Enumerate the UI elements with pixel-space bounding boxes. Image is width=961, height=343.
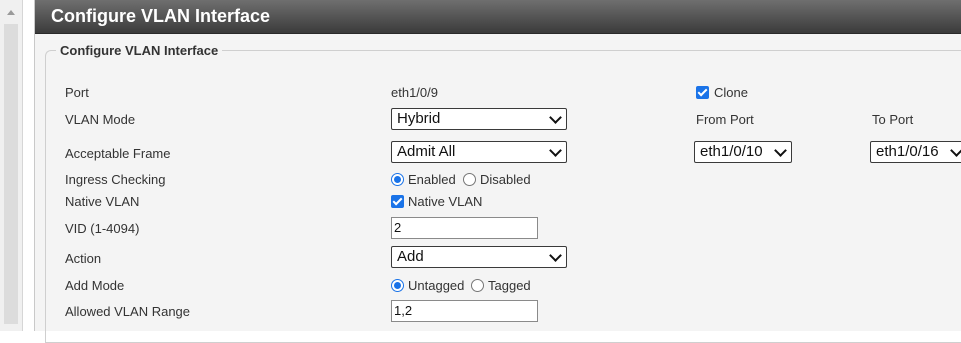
add-mode-tagged-radio[interactable] bbox=[471, 279, 484, 292]
clone-checkbox[interactable] bbox=[696, 86, 709, 99]
action-value: Add bbox=[397, 248, 424, 265]
title-bar: Configure VLAN Interface bbox=[35, 0, 961, 34]
port-label: Port bbox=[65, 85, 89, 100]
allowed-vlan-range-label: Allowed VLAN Range bbox=[65, 304, 191, 319]
from-port-value: eth1/0/10 bbox=[700, 143, 763, 160]
allowed-vlan-range-value: 1,2 bbox=[394, 303, 413, 318]
ingress-disabled-radio[interactable] bbox=[463, 173, 476, 186]
ingress-enabled-label: Enabled bbox=[408, 172, 456, 187]
to-port-value: eth1/0/16 bbox=[876, 143, 939, 160]
ingress-checking-label: Ingress Checking bbox=[65, 172, 166, 187]
vid-label: VID (1-4094) bbox=[65, 221, 140, 236]
ingress-enabled-radio[interactable] bbox=[391, 173, 404, 186]
action-select[interactable]: Add bbox=[391, 246, 567, 268]
scroll-up-icon[interactable] bbox=[7, 10, 15, 15]
from-port-label: From Port bbox=[696, 112, 754, 127]
chevron-down-icon bbox=[549, 111, 562, 124]
native-vlan-checkbox[interactable] bbox=[391, 195, 404, 208]
vlan-interface-fieldset: Configure VLAN Interface bbox=[45, 43, 961, 343]
add-mode-untagged-label: Untagged bbox=[408, 278, 465, 293]
chevron-down-icon bbox=[950, 144, 961, 157]
add-mode-tagged-label: Tagged bbox=[488, 278, 531, 293]
add-mode-label: Add Mode bbox=[65, 278, 125, 293]
to-port-select[interactable]: eth1/0/16 bbox=[870, 141, 961, 163]
config-panel: Configure VLAN Interface Configure VLAN … bbox=[34, 0, 961, 343]
vid-value: 2 bbox=[394, 220, 402, 235]
acceptable-frame-label: Acceptable Frame bbox=[65, 146, 171, 161]
add-mode-untagged-radio[interactable] bbox=[391, 279, 404, 292]
scrollbar-thumb[interactable] bbox=[4, 24, 18, 324]
ingress-disabled-label: Disabled bbox=[480, 172, 531, 187]
acceptable-frame-value: Admit All bbox=[397, 143, 456, 160]
page-title: Configure VLAN Interface bbox=[51, 6, 271, 26]
vlan-mode-value: Hybrid bbox=[397, 110, 441, 127]
clone-label: Clone bbox=[714, 85, 748, 100]
scrollbar[interactable] bbox=[0, 0, 23, 331]
chevron-down-icon bbox=[549, 249, 562, 262]
from-port-select[interactable]: eth1/0/10 bbox=[694, 141, 792, 163]
to-port-label: To Port bbox=[872, 112, 914, 127]
acceptable-frame-select[interactable]: Admit All bbox=[391, 141, 567, 163]
chevron-down-icon bbox=[549, 144, 562, 157]
native-vlan-label: Native VLAN bbox=[65, 194, 140, 209]
chevron-down-icon bbox=[774, 144, 787, 157]
vlan-mode-select[interactable]: Hybrid bbox=[391, 108, 567, 130]
native-vlan-checkbox-label: Native VLAN bbox=[408, 194, 483, 209]
section-legend: Configure VLAN Interface bbox=[60, 43, 219, 58]
action-label: Action bbox=[65, 251, 102, 266]
allowed-vlan-range-input[interactable]: 1,2 bbox=[391, 300, 538, 322]
port-value: eth1/0/9 bbox=[391, 85, 438, 100]
vid-input[interactable]: 2 bbox=[391, 217, 538, 239]
vlan-mode-label: VLAN Mode bbox=[65, 112, 136, 127]
